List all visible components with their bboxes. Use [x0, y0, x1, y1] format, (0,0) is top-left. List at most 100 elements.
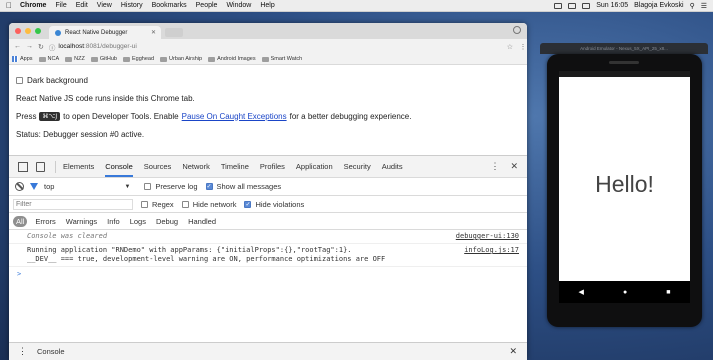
filter-input[interactable] — [13, 198, 133, 210]
drawer-menu-icon[interactable]: ⋮ — [18, 346, 27, 357]
status-tray-icon[interactable] — [554, 2, 563, 9]
menu-bookmarks[interactable]: Bookmarks — [152, 2, 187, 9]
bookmark-github[interactable]: GitHub — [90, 56, 117, 62]
menu-view[interactable]: View — [97, 2, 112, 9]
mac-menubar:  Chrome File Edit View History Bookmark… — [0, 0, 713, 12]
back-icon[interactable]: ◀ — [579, 288, 584, 296]
show-all-messages-checkbox[interactable]: ✓ — [205, 183, 213, 190]
menu-window[interactable]: Window — [226, 2, 251, 9]
log-source-link[interactable]: debugger-ui:130 — [456, 232, 519, 241]
pause-on-exceptions-link[interactable]: Pause On Caught Exceptions — [182, 112, 287, 121]
bookmark-android-images[interactable]: Android Images — [208, 56, 256, 62]
tab-close-icon[interactable]: ✕ — [151, 29, 156, 36]
bookmark-nca[interactable]: NCA — [38, 56, 60, 62]
android-navbar: ◀ ● ■ — [559, 281, 690, 303]
menu-people[interactable]: People — [196, 2, 218, 9]
forward-icon[interactable]: → — [26, 43, 33, 50]
close-window-button[interactable] — [15, 28, 21, 34]
tab-network[interactable]: Network — [182, 156, 210, 177]
tab-security[interactable]: Security — [344, 156, 371, 177]
console-prompt[interactable]: > — [9, 267, 527, 281]
dark-background-checkbox[interactable] — [16, 76, 23, 84]
preserve-log-checkbox[interactable] — [144, 183, 152, 190]
folder-icon — [38, 56, 46, 62]
tab-timeline[interactable]: Timeline — [221, 156, 249, 177]
level-handled[interactable]: Handled — [186, 216, 218, 227]
spotlight-icon[interactable]: ⚲ — [690, 2, 695, 10]
level-all[interactable]: All — [13, 215, 28, 227]
bookmark-urban-airship[interactable]: Urban Airship — [160, 56, 202, 62]
new-tab-button[interactable] — [165, 28, 183, 37]
level-logs[interactable]: Logs — [128, 216, 148, 227]
drawer-tab-console[interactable]: Console — [37, 347, 65, 356]
devtools-close-icon[interactable]: ✕ — [510, 161, 518, 172]
hide-violations-checkbox[interactable]: ✓ — [244, 200, 252, 208]
show-all-messages-label: Show all messages — [216, 182, 282, 191]
wifi-icon[interactable] — [568, 2, 577, 9]
back-icon[interactable]: ← — [14, 43, 21, 50]
home-icon[interactable]: ● — [623, 289, 627, 296]
console-log: Console was cleared debugger-ui:130 Runn… — [9, 230, 527, 281]
chrome-menu-icon[interactable]: ⋮ — [519, 43, 527, 51]
bookmark-nzz[interactable]: NZZ — [65, 56, 85, 62]
battery-icon[interactable] — [582, 2, 591, 9]
tab-audits[interactable]: Audits — [382, 156, 403, 177]
inspect-element-icon[interactable] — [18, 161, 28, 172]
drawer-close-icon[interactable]: ✕ — [509, 346, 517, 357]
bookmark-smart-watch[interactable]: Smart Watch — [261, 56, 302, 62]
tab-console[interactable]: Console — [105, 156, 133, 177]
devtools-hint: Press ⌘⌥J to open Developer Tools. Enabl… — [16, 107, 520, 125]
menu-help[interactable]: Help — [260, 2, 274, 9]
notification-center-icon[interactable]: ☰ — [701, 2, 707, 10]
level-errors[interactable]: Errors — [33, 216, 57, 227]
intro-text: React Native JS code runs inside this Ch… — [16, 93, 195, 103]
emulator-titlebar[interactable]: Android Emulator - Nexus_5X_API_25_x8... — [540, 43, 708, 54]
chrome-titlebar: React Native Debugger ✕ — [9, 23, 527, 39]
reload-icon[interactable]: ↻ — [38, 43, 44, 51]
menu-file[interactable]: File — [55, 2, 66, 9]
tab-profiles[interactable]: Profiles — [260, 156, 285, 177]
regex-label: Regex — [152, 199, 174, 209]
chevron-down-icon[interactable]: ▼ — [124, 184, 130, 190]
device-toolbar-icon[interactable] — [36, 161, 45, 172]
tab-application[interactable]: Application — [296, 156, 333, 177]
bookmark-egghead[interactable]: Egghead — [123, 56, 154, 62]
folder-icon — [123, 56, 130, 62]
profile-icon[interactable] — [513, 26, 521, 34]
menu-history[interactable]: History — [121, 2, 143, 9]
regex-checkbox[interactable] — [141, 200, 148, 208]
menu-app[interactable]: Chrome — [20, 2, 46, 9]
devtools-menu-icon[interactable]: ⋮ — [490, 161, 499, 172]
emulator-screen[interactable]: Hello! — [559, 71, 690, 303]
log-source-link[interactable]: infoLog.js:17 — [464, 246, 519, 264]
menubar-clock[interactable]: Sun 16:05 — [596, 2, 628, 9]
bookmark-label: NCA — [47, 56, 60, 62]
hide-network-checkbox[interactable] — [181, 200, 189, 208]
hint-text-before: Press — [16, 111, 37, 121]
folder-icon — [261, 56, 269, 62]
context-selector[interactable]: top — [44, 182, 54, 191]
folder-icon — [65, 56, 73, 62]
filter-row: Regex Hide network ✓ Hide violations — [9, 196, 527, 213]
filter-icon[interactable] — [30, 183, 38, 190]
level-debug[interactable]: Debug — [154, 216, 180, 227]
bookmark-star-icon[interactable]: ☆ — [507, 43, 513, 51]
minimize-window-button[interactable] — [25, 28, 31, 34]
zoom-window-button[interactable] — [35, 28, 41, 34]
hello-text: Hello! — [595, 171, 654, 197]
bookmark-apps[interactable]: Apps — [12, 56, 33, 62]
devtools-tabbar: Elements Console Sources Network Timelin… — [9, 156, 527, 178]
info-icon[interactable]: ⓘ — [49, 42, 56, 52]
level-info[interactable]: Info — [105, 216, 122, 227]
address-bar[interactable]: ⓘ localhost :8081/debugger-ui ☆ — [49, 42, 513, 52]
tab-sources[interactable]: Sources — [144, 156, 172, 177]
menubar-user[interactable]: Blagoja Evkoski — [634, 2, 683, 9]
bookmark-label: GitHub — [99, 56, 117, 62]
clear-console-icon[interactable] — [15, 182, 24, 191]
recents-icon[interactable]: ■ — [666, 289, 670, 296]
tab-elements[interactable]: Elements — [63, 156, 94, 177]
menu-edit[interactable]: Edit — [76, 2, 88, 9]
apple-icon[interactable]:  — [6, 1, 12, 10]
browser-tab[interactable]: React Native Debugger ✕ — [49, 26, 161, 39]
level-warnings[interactable]: Warnings — [64, 216, 99, 227]
